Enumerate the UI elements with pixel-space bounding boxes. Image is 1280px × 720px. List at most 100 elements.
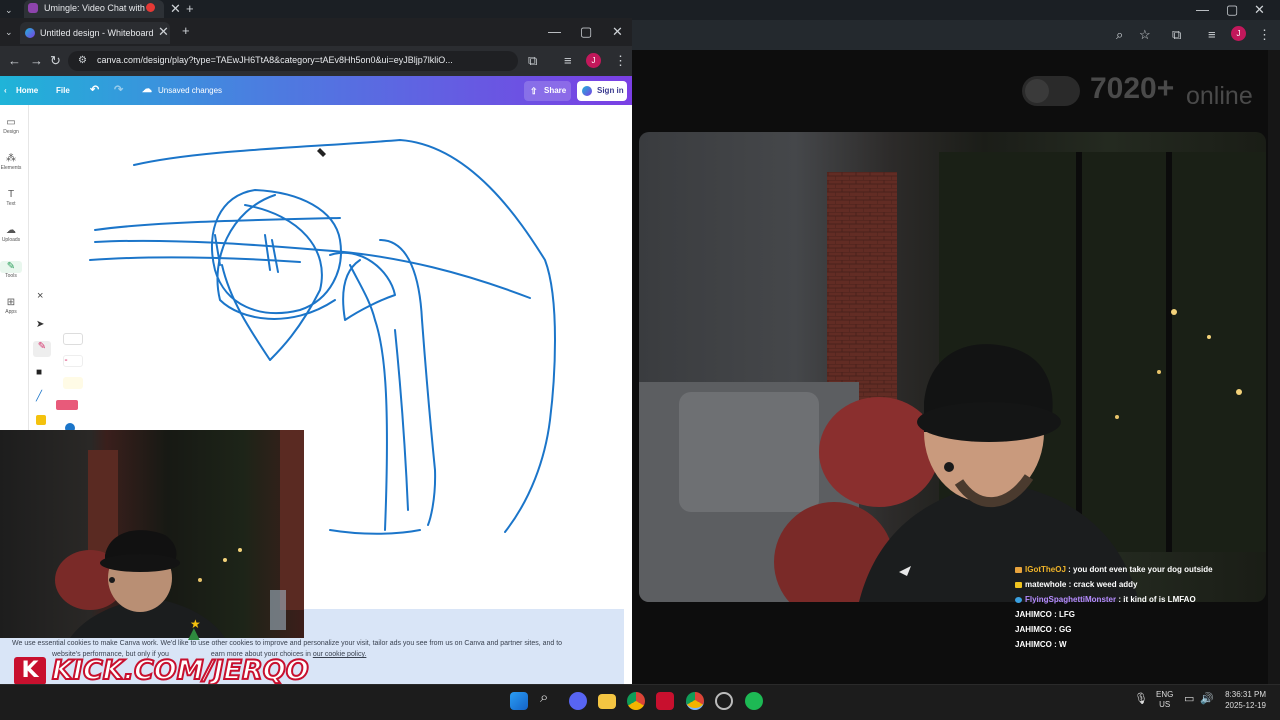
online-label: online	[1186, 82, 1253, 110]
streamer-webcam	[0, 430, 304, 638]
chrome-active-icon[interactable]	[686, 692, 704, 710]
close-window-button[interactable]: ✕	[1254, 2, 1265, 18]
reload-icon[interactable]: ↻	[50, 53, 61, 69]
tab-search-icon[interactable]: ⌄	[5, 2, 13, 18]
text-icon: T	[7, 189, 15, 200]
rail-tools[interactable]: ✎ Tools	[0, 261, 22, 280]
cookie-line-1: We use essential cookies to make Canva w…	[12, 640, 563, 647]
extensions-icon[interactable]: ⧉	[528, 53, 537, 69]
url-text[interactable]: canva.com/design/play?type=TAEwJH6TtA8&c…	[97, 55, 453, 65]
maximize-button[interactable]: ▢	[580, 24, 592, 40]
obs-icon[interactable]	[715, 692, 733, 710]
language-indicator[interactable]: ENG US	[1156, 690, 1173, 710]
apps-icon: ⊞	[6, 297, 16, 308]
rail-design[interactable]: ▭ Design	[0, 117, 22, 136]
volume-icon[interactable]: 🔊	[1200, 692, 1214, 705]
clock-time: 8:36:31 PM	[1225, 690, 1266, 699]
rail-label: Tools	[5, 273, 17, 279]
chat-text: crack weed addy	[1073, 580, 1138, 589]
rail-elements[interactable]: ⁂ Elements	[0, 153, 22, 172]
highlighter-swatch[interactable]	[63, 377, 83, 389]
voicemeeter-icon[interactable]	[656, 692, 674, 710]
tab-search-icon[interactable]: ⌄	[5, 24, 13, 40]
microphone-icon[interactable]: 🎙	[1134, 692, 1148, 705]
cloud-off-icon: ☁	[142, 84, 152, 95]
pen-tool-icon[interactable]: ✎	[33, 341, 51, 357]
sign-in-button[interactable]: Sign in	[577, 81, 627, 101]
file-explorer-icon[interactable]	[598, 694, 616, 709]
kick-logo-icon: K	[14, 657, 46, 685]
page-scrollbar[interactable]	[1268, 50, 1280, 684]
zoom-icon[interactable]: ⌕	[1116, 27, 1123, 43]
profile-avatar[interactable]: J	[1231, 26, 1246, 41]
rail-label: Design	[3, 129, 19, 135]
design-icon: ▭	[6, 117, 16, 128]
chat-username: JAHIMCO	[1015, 625, 1052, 634]
rail-label: Apps	[5, 309, 17, 315]
chat-text: LFG	[1059, 610, 1075, 619]
forward-icon[interactable]: →	[30, 53, 43, 69]
tab-close-icon[interactable]: ✕	[170, 1, 181, 17]
undo-icon[interactable]: ↶	[90, 84, 99, 96]
new-tab-icon[interactable]: +	[182, 23, 190, 39]
rail-apps[interactable]: ⊞ Apps	[0, 297, 22, 316]
chat-username: JAHIMCO	[1015, 610, 1052, 619]
new-tab-icon[interactable]: +	[186, 1, 194, 17]
tab-close-icon[interactable]: ✕	[158, 24, 169, 40]
right-toolbar: ⌕ ☆ ⧉ ≡ J ⋮	[632, 20, 1280, 50]
bookmark-star-icon[interactable]: ☆	[1139, 27, 1151, 43]
rail-text[interactable]: T Text	[0, 189, 22, 208]
minimize-button[interactable]: —	[548, 24, 561, 40]
marker-tool-icon[interactable]: ■	[36, 367, 42, 378]
rail-uploads[interactable]: ☁ Uploads	[0, 225, 22, 244]
umingle-window: — ▢ ✕ ⌕ ☆ ⧉ ≡ J ⋮ 7020+ online	[632, 0, 1280, 684]
sign-in-label: Sign in	[597, 86, 624, 95]
media-control-icon[interactable]: ≡	[564, 53, 572, 69]
menu-icon[interactable]: ⋮	[614, 53, 627, 69]
chat-username: IGotTheOJ	[1025, 565, 1066, 574]
tab-umingle[interactable]: Umingle: Video Chat with S	[24, 0, 164, 18]
close-window-button[interactable]: ✕	[612, 24, 623, 40]
close-toolbar-icon[interactable]: ×	[37, 290, 43, 302]
sticky-note-icon[interactable]	[36, 415, 46, 425]
profile-avatar[interactable]: J	[586, 53, 601, 68]
chat-message: JAHIMCO : GG	[1015, 625, 1072, 634]
maximize-button[interactable]: ▢	[1226, 2, 1238, 18]
clock[interactable]: 8:36:31 PM 2025-12-19	[1222, 689, 1266, 711]
eraser-swatch[interactable]	[56, 400, 78, 410]
redo-icon[interactable]: ↷	[114, 84, 123, 96]
pen-color-swatch[interactable]	[63, 333, 83, 345]
chat-message: FlyingSpaghettiMonster : it kind of is L…	[1015, 595, 1196, 604]
select-arrow-icon[interactable]: ➤	[36, 319, 44, 330]
back-icon[interactable]: ←	[8, 53, 21, 69]
spotify-icon[interactable]	[745, 692, 763, 710]
streamer-scene	[55, 430, 304, 638]
discord-icon[interactable]	[569, 692, 587, 710]
file-menu[interactable]: File	[56, 85, 70, 97]
video-toggle[interactable]	[1022, 76, 1080, 106]
share-button[interactable]: ⇧ Share	[524, 81, 571, 101]
umingle-favicon	[28, 3, 38, 13]
tab-title: Untitled design - Whiteboard	[40, 28, 154, 38]
media-control-icon[interactable]: ≡	[1208, 27, 1216, 43]
tab-canva[interactable]: Untitled design - Whiteboard	[20, 22, 170, 44]
home-link[interactable]: Home	[16, 85, 38, 97]
tab-bar: ⌄ Untitled design - Whiteboard ✕ + — ▢ ✕	[0, 18, 632, 46]
marker-swatch[interactable]: ⁃	[63, 355, 83, 367]
search-icon[interactable]: ⌕	[540, 689, 548, 706]
windows-start-icon[interactable]	[510, 692, 528, 710]
minimize-button[interactable]: —	[1196, 2, 1209, 18]
extensions-icon[interactable]: ⧉	[1172, 27, 1181, 43]
menu-icon[interactable]: ⋮	[1258, 27, 1271, 43]
cookie-policy-link[interactable]: our cookie policy.	[313, 651, 367, 658]
webcam-scene	[639, 152, 1266, 602]
rail-label: Uploads	[1, 237, 21, 243]
home-chevron-icon[interactable]: ‹	[4, 85, 7, 97]
site-settings-icon[interactable]: ⚙	[78, 53, 87, 69]
recording-icon	[146, 3, 155, 12]
line-tool-icon[interactable]: ╱	[36, 391, 42, 402]
chrome-icon[interactable]	[627, 692, 645, 710]
clock-date: 2025-12-19	[1225, 701, 1266, 710]
rail-label: Elements	[0, 165, 22, 171]
network-icon[interactable]: ▭	[1184, 692, 1194, 705]
